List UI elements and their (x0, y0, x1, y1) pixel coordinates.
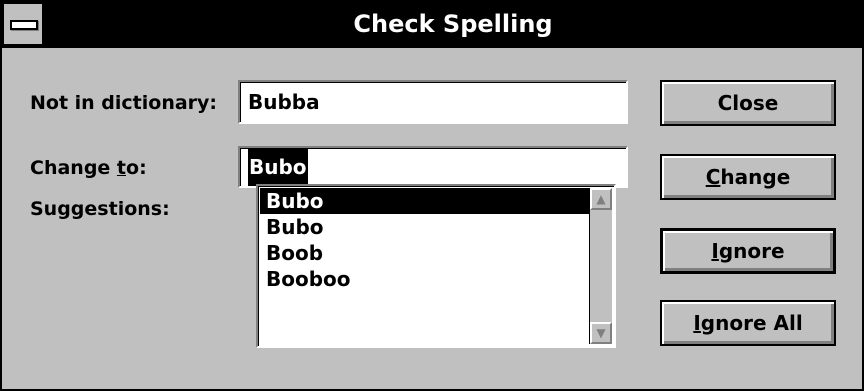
not-in-dictionary-label: Not in dictionary: (30, 92, 218, 114)
not-in-dictionary-value: Bubba (248, 90, 320, 114)
suggestions-scrollbar[interactable]: ▲ ▼ (589, 188, 612, 344)
suggestion-item[interactable]: Bubo (260, 188, 594, 214)
suggestion-item[interactable]: Booboo (260, 266, 594, 292)
check-spelling-dialog: Check Spelling Not in dictionary: Bubba … (0, 0, 864, 391)
title-bar[interactable]: Check Spelling (2, 2, 862, 48)
change-to-input[interactable]: Bubo (238, 146, 628, 188)
suggestions-listbox[interactable]: Bubo Bubo Boob Booboo ▲ ▼ (256, 184, 616, 348)
scroll-up-arrow-icon[interactable]: ▲ (590, 188, 612, 210)
system-menu-button[interactable] (4, 4, 44, 44)
change-to-label: Change to: (30, 157, 147, 179)
system-menu-icon (10, 20, 38, 30)
not-in-dictionary-field[interactable]: Bubba (238, 80, 628, 124)
change-button[interactable]: Change (660, 154, 836, 200)
suggestion-item[interactable]: Boob (260, 240, 594, 266)
ignore-button[interactable]: Ignore (660, 228, 836, 274)
suggestion-item[interactable]: Bubo (260, 214, 594, 240)
change-to-value: Bubo (248, 148, 308, 186)
ignore-all-button[interactable]: Ignore All (660, 300, 836, 346)
close-button[interactable]: Close (660, 80, 836, 126)
scroll-down-arrow-icon[interactable]: ▼ (590, 322, 612, 344)
suggestions-list: Bubo Bubo Boob Booboo (260, 188, 594, 292)
suggestions-label: Suggestions: (30, 198, 170, 220)
window-title: Check Spelling (353, 10, 553, 38)
